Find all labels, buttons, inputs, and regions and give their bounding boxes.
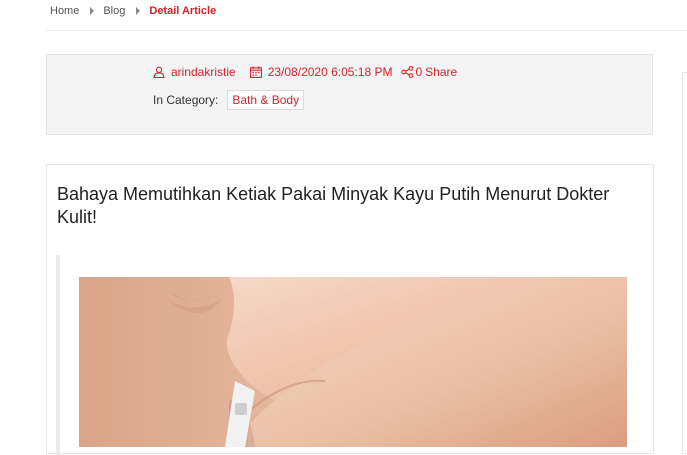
article-title: Bahaya Memutihkan Ketiak Pakai Minyak Ka… [57, 184, 610, 227]
calendar-icon [249, 66, 262, 78]
breadcrumb-current: Detail Article [149, 5, 217, 17]
article-hero-image [79, 277, 627, 447]
share-count[interactable]: 0 [415, 65, 422, 79]
breadcrumb-blog[interactable]: Blog [103, 5, 125, 17]
category-label: In Category: [153, 93, 219, 107]
share-label[interactable]: Share [425, 65, 457, 79]
breadcrumb-home[interactable]: Home [50, 5, 79, 17]
share-icon[interactable] [401, 66, 414, 78]
content-left-border [56, 255, 60, 455]
sidebar-panel [682, 72, 687, 454]
author-link[interactable]: arindakristie [171, 65, 236, 79]
meta-info-row: arindakristie 23/08/2020 6:05:18 PM 0 Sh… [153, 65, 457, 79]
header-divider [46, 30, 687, 31]
publish-datetime: 23/08/2020 6:05:18 PM [267, 65, 393, 79]
category-row: In Category: Bath & Body [153, 90, 305, 110]
chevron-right-icon [136, 7, 141, 15]
article-container: Bahaya Memutihkan Ketiak Pakai Minyak Ka… [46, 164, 654, 455]
user-icon [153, 66, 165, 78]
category-tag[interactable]: Bath & Body [227, 90, 305, 110]
article-meta: arindakristie 23/08/2020 6:05:18 PM 0 Sh… [46, 54, 653, 135]
chevron-right-icon [90, 7, 95, 15]
breadcrumb: Home Blog Detail Article [50, 4, 216, 18]
